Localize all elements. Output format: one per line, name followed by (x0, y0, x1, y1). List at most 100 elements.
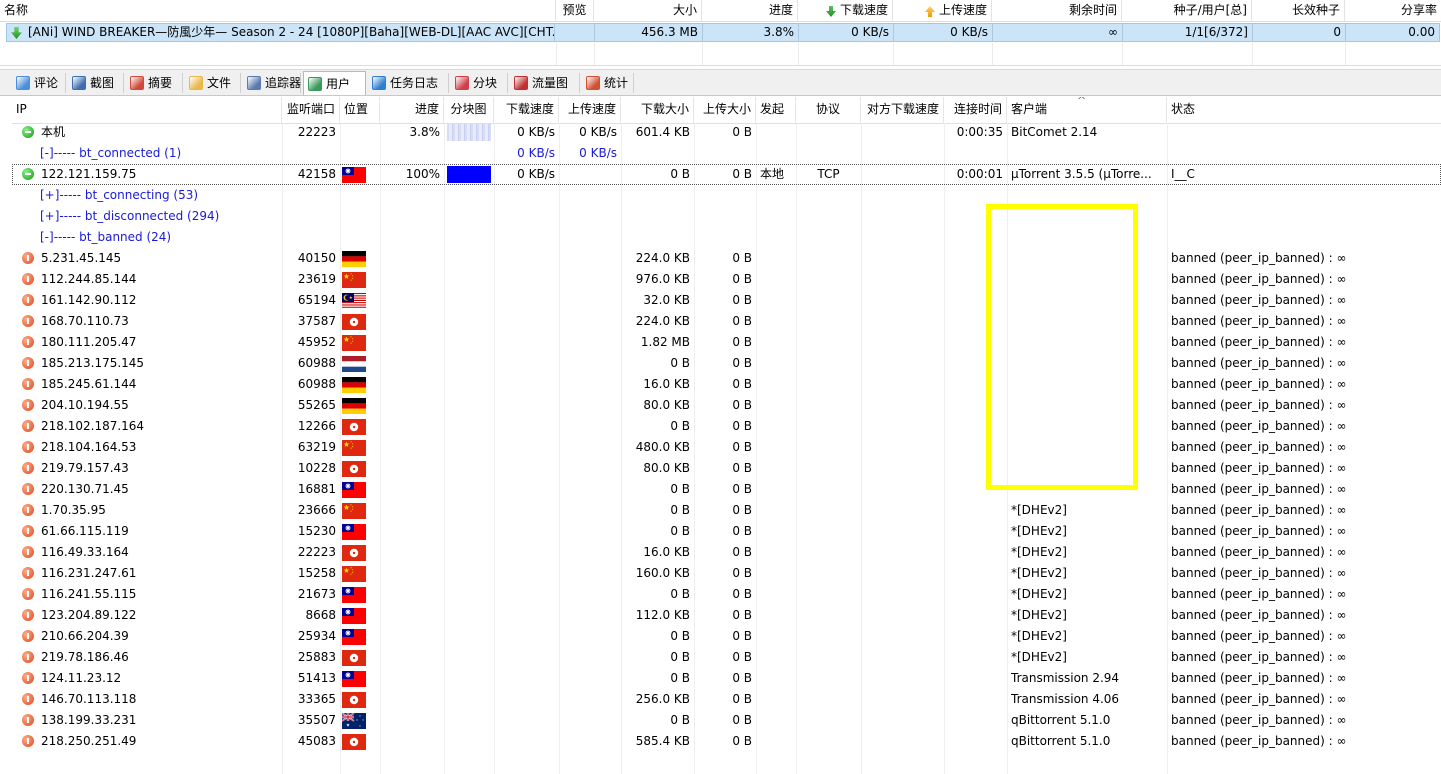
peer-status-icon (22, 168, 34, 180)
flag-nl-icon (342, 356, 366, 372)
col-name[interactable]: 名称 (0, 0, 556, 21)
group-label: [-]----- bt_banned (24) (40, 230, 172, 244)
peer-row-banned[interactable]: 185.213.175.145 60988 0 B 0 B banned (peer_i… (12, 353, 1441, 374)
col-client[interactable]: 客户端 ^ (1007, 97, 1167, 123)
col-remaining[interactable]: 剩余时间 (992, 0, 1122, 21)
col-initiator[interactable]: 发起 (756, 97, 796, 123)
peer-port: 23666 (297, 503, 336, 517)
tab-summary[interactable]: 摘要 (126, 73, 183, 93)
peer-status: banned (peer_ip_banned) : ∞ (1171, 314, 1347, 328)
col-preview[interactable]: 预览 (556, 0, 594, 21)
peer-row-banned[interactable]: 1.70.35.95 23666 0 B 0 B *[DHEv2] banned (pee… (12, 500, 1441, 521)
peer-row-banned[interactable]: 5.231.45.145 40150 224.0 KB 0 B banned (peer… (12, 248, 1441, 269)
col-peer-progress[interactable]: 进度 (380, 97, 444, 123)
peer-row-banned[interactable]: 210.66.204.39 25934 0 B 0 B *[DHEv2] banned (… (12, 626, 1441, 647)
group-row[interactable]: [+]----- bt_connecting (53) (12, 185, 1441, 206)
group-row[interactable]: [-]----- bt_banned (24) (12, 227, 1441, 248)
peer-row-banned[interactable]: 218.250.251.49 45083 585.4 KB 0 B qBittorren… (12, 731, 1441, 752)
peer-row-banned[interactable]: 161.142.90.112 65194 32.0 KB 0 B banned (pee… (12, 290, 1441, 311)
peer-ip: 218.102.187.164 (41, 419, 145, 433)
peer-status: banned (peer_ip_banned) : ∞ (1171, 629, 1347, 643)
peer-row-banned[interactable]: 138.199.33.231 35507 0 B 0 B qBittorrent 5.1… (12, 710, 1441, 731)
peer-row-connected[interactable]: 122.121.159.75 42158 100% 0 KB/s 0 B 0 B 本地 TCP… (12, 164, 1441, 185)
col-ip[interactable]: IP (12, 97, 282, 123)
peer-ip: 219.79.157.43 (41, 461, 129, 475)
group-bt-connected[interactable]: [-]----- bt_connected (1) 0 KB/s 0 KB/s (12, 143, 1441, 164)
peer-progress: 3.8% (409, 125, 441, 139)
peer-row-banned[interactable]: 112.244.85.144 23619 976.0 KB 0 B banned (pe… (12, 269, 1441, 290)
peer-client: Transmission 4.06 (1011, 692, 1120, 706)
col-seeds-peers[interactable]: 种子/用户[总] (1122, 0, 1252, 21)
peer-row-banned[interactable]: 185.245.61.144 60988 16.0 KB 0 B banned (pee… (12, 374, 1441, 395)
tab-screenshot[interactable]: 截图 (68, 73, 124, 93)
peer-ip-cell: 123.204.89.122 (12, 605, 282, 626)
col-uploaded[interactable]: 上传大小 (694, 97, 756, 123)
col-location[interactable]: 位置 (340, 97, 380, 123)
peer-port: 51413 (297, 671, 336, 685)
tab-comment[interactable]: 评论 (12, 73, 66, 93)
peer-ip: 219.78.186.46 (41, 650, 129, 664)
col-downloaded[interactable]: 下载大小 (621, 97, 694, 123)
peer-location (340, 164, 380, 185)
col-port[interactable]: 监听端口 (282, 97, 340, 123)
task-row-selected[interactable]: [ANi] WIND BREAKER—防風少年— Season 2 - 24 [… (6, 23, 1440, 42)
peer-downloaded: 0 B (670, 503, 690, 517)
peer-status: banned (peer_ip_banned) : ∞ (1171, 335, 1347, 349)
peer-row-banned[interactable]: 204.10.194.55 55265 80.0 KB 0 B banned (peer… (12, 395, 1441, 416)
tab-pieces[interactable]: 分块 (451, 73, 508, 93)
col-peer-down-speed[interactable]: 下载速度 (494, 97, 559, 123)
group-row[interactable]: [+]----- bt_disconnected (294) (12, 206, 1441, 227)
tab-tracker[interactable]: 追踪器 (243, 73, 301, 93)
peer-row-banned[interactable]: 220.130.71.45 16881 0 B 0 B banned (peer_ip_… (12, 479, 1441, 500)
peer-row-local[interactable]: 本机 22223 3.8% 0 KB/s 0 KB/s 601.4 KB 0 B 0:00:3… (12, 122, 1441, 143)
peer-downloaded: 0 B (670, 587, 690, 601)
col-size[interactable]: 大小 (594, 0, 702, 21)
peer-status: banned (peer_ip_banned) : ∞ (1171, 377, 1347, 391)
peer-client: BitComet 2.14 (1011, 125, 1098, 139)
peer-row-banned[interactable]: 180.111.205.47 45952 1.82 MB 0 B banned (pee… (12, 332, 1441, 353)
col-remote-down-speed[interactable]: 对方下载速度 (861, 97, 944, 123)
peer-uploaded: 0 B (732, 524, 752, 538)
flag-hk-icon (342, 734, 366, 750)
peer-row-banned[interactable]: 219.79.157.43 10228 80.0 KB 0 B banned (peer… (12, 458, 1441, 479)
col-status[interactable]: 状态 (1167, 97, 1441, 123)
peer-down-speed: 0 KB/s (517, 167, 555, 181)
peer-row-banned[interactable]: 116.231.247.61 15258 160.0 KB 0 B *[DHEv2] ba… (12, 563, 1441, 584)
col-peer-up-speed[interactable]: 上传速度 (559, 97, 621, 123)
peer-row-banned[interactable]: 116.241.55.115 21673 0 B 0 B *[DHEv2] banned … (12, 584, 1441, 605)
peer-row-banned[interactable]: 168.70.110.73 37587 224.0 KB 0 B banned (pee… (12, 311, 1441, 332)
tab-file[interactable]: 文件 (185, 73, 241, 93)
col-piece-map[interactable]: 分块图 (444, 97, 494, 123)
tab-stats[interactable]: 统计 (582, 73, 634, 93)
peer-location (340, 290, 380, 311)
col-ratio[interactable]: 分享率 (1345, 0, 1441, 21)
peer-location (340, 311, 380, 332)
peer-location (340, 626, 380, 647)
col-progress[interactable]: 进度 (702, 0, 798, 21)
peer-ip: 1.70.35.95 (41, 503, 106, 517)
task-ratio: 0.00 (1408, 25, 1435, 39)
peer-location (340, 458, 380, 479)
col-protocol[interactable]: 协议 (796, 97, 861, 123)
peer-row-banned[interactable]: 61.66.115.119 15230 0 B 0 B *[DHEv2] banned (… (12, 521, 1441, 542)
tab-traffic-chart[interactable]: 流量图 (510, 73, 580, 93)
peer-row-banned[interactable]: 146.70.113.118 33365 256.0 KB 0 B Transmissi… (12, 689, 1441, 710)
peer-uploaded: 0 B (732, 419, 752, 433)
peer-row-banned[interactable]: 124.11.23.12 51413 0 B 0 B Transmission 2.94… (12, 668, 1441, 689)
peer-downloaded: 80.0 KB (643, 398, 690, 412)
col-down-speed[interactable]: 下载速度 (798, 0, 893, 21)
col-up-speed[interactable]: 上传速度 (893, 0, 992, 21)
peer-ip: 5.231.45.145 (41, 251, 122, 265)
peer-row-banned[interactable]: 218.104.164.53 63219 480.0 KB 0 B banned (pe… (12, 437, 1441, 458)
peer-ip-cell: 116.49.33.164 (12, 542, 282, 563)
banned-icon (22, 378, 34, 390)
tab-users[interactable]: 用户 (303, 71, 366, 95)
tab-log[interactable]: 任务日志 (368, 73, 449, 93)
peer-row-banned[interactable]: 219.78.186.46 25883 0 B 0 B *[DHEv2] banned (… (12, 647, 1441, 668)
col-long-seeds[interactable]: 长效种子 (1252, 0, 1345, 21)
col-conn-time[interactable]: 连接时间 (944, 97, 1007, 123)
peer-row-banned[interactable]: 123.204.89.122 8668 112.0 KB 0 B *[DHEv2] ban… (12, 605, 1441, 626)
peer-row-banned[interactable]: 218.102.187.164 12266 0 B 0 B banned (peer_i… (12, 416, 1441, 437)
task-list-header: 名称 预览 大小 进度 下载速度 上传速度 剩余时间 种子/用户[总] 长效种子… (0, 0, 1441, 22)
peer-row-banned[interactable]: 116.49.33.164 22223 16.0 KB 0 B *[DHEv2] bann… (12, 542, 1441, 563)
